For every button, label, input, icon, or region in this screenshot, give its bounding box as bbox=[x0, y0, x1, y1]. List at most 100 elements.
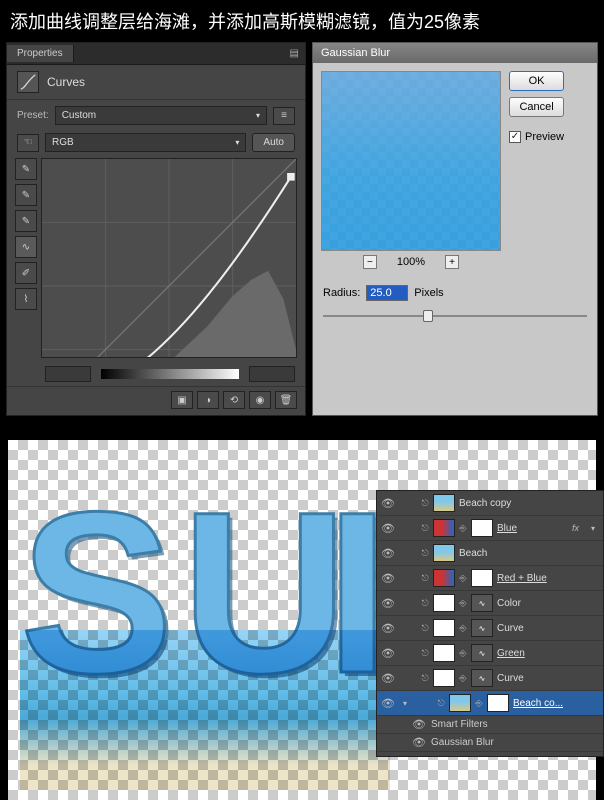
channel-dropdown[interactable]: RGB ▾ bbox=[45, 133, 246, 152]
zoom-in-button[interactable]: + bbox=[445, 255, 459, 269]
chevron-down-icon[interactable]: ▾ bbox=[587, 524, 599, 533]
layer-thumbnail bbox=[433, 494, 455, 512]
zoom-out-button[interactable]: − bbox=[363, 255, 377, 269]
properties-panel: Properties ▤ Curves Preset: Custom ▾ ≡ ☜… bbox=[6, 42, 306, 416]
layer-row[interactable]: 👁⎋⎆∿Curve bbox=[377, 666, 603, 691]
preset-dropdown[interactable]: Custom ▾ bbox=[55, 106, 267, 125]
gaussian-blur-dialog: Gaussian Blur − 100% + OK Cancel ✓ Previ… bbox=[312, 42, 598, 416]
visibility-icon[interactable]: 👁 bbox=[381, 521, 395, 535]
panel-title: Curves bbox=[47, 75, 85, 89]
smooth-tool-icon[interactable]: ⌇ bbox=[15, 288, 37, 310]
finger-icon[interactable]: ☜ bbox=[17, 134, 39, 152]
panel-menu-icon[interactable]: ▤ bbox=[284, 48, 305, 59]
pencil-tool-icon[interactable]: ✐ bbox=[15, 262, 37, 284]
preset-menu-icon[interactable]: ≡ bbox=[273, 107, 295, 125]
layer-thumbnail bbox=[433, 669, 455, 687]
previous-state-icon[interactable]: ◑ bbox=[197, 391, 219, 409]
visibility-icon[interactable]: 👁 bbox=[381, 496, 395, 510]
cancel-button[interactable]: Cancel bbox=[509, 97, 564, 117]
visibility-icon[interactable]: 👁 bbox=[381, 671, 395, 685]
layer-name[interactable]: Green bbox=[497, 648, 599, 659]
layer-name[interactable]: Beach co... bbox=[513, 698, 599, 709]
layer-mask-thumbnail: ∿ bbox=[471, 594, 493, 612]
link-icon: ⎋ bbox=[421, 548, 429, 559]
layer-thumbnail bbox=[433, 644, 455, 662]
visibility-icon[interactable]: 👁 bbox=[413, 736, 425, 750]
gradient-ramp bbox=[101, 369, 239, 379]
point-tool-icon[interactable]: ∿ bbox=[15, 236, 37, 258]
radius-input[interactable]: 25.0 bbox=[366, 285, 408, 301]
ok-button[interactable]: OK bbox=[509, 71, 564, 91]
blur-preview[interactable] bbox=[321, 71, 501, 251]
visibility-icon[interactable]: 👁 bbox=[413, 718, 425, 732]
radius-slider[interactable] bbox=[323, 309, 587, 323]
visibility-icon[interactable]: 👁 bbox=[381, 596, 395, 610]
layer-row[interactable]: 👁⎋⎆∿Curve bbox=[377, 616, 603, 641]
preset-label: Preset: bbox=[17, 110, 49, 121]
layer-mask-thumbnail: ∿ bbox=[471, 619, 493, 637]
chevron-down-icon: ▾ bbox=[235, 138, 239, 147]
link-icon: ⎋ bbox=[421, 598, 429, 609]
preview-label: Preview bbox=[525, 131, 564, 143]
curves-icon bbox=[17, 71, 39, 93]
effects-badge[interactable]: fx bbox=[572, 523, 579, 533]
eyedropper-white-icon[interactable]: ✎ bbox=[15, 210, 37, 232]
output-value-field[interactable] bbox=[249, 366, 295, 382]
visibility-icon[interactable]: 👁 bbox=[381, 546, 395, 560]
layer-name[interactable]: Beach bbox=[459, 548, 599, 559]
layer-thumbnail bbox=[433, 519, 455, 537]
auto-button[interactable]: Auto bbox=[252, 133, 295, 152]
instruction-heading: 添加曲线调整层给海滩，并添加高斯模糊滤镜，值为25像素 bbox=[0, 0, 604, 42]
visibility-icon[interactable]: 👁 bbox=[381, 646, 395, 660]
layer-name[interactable]: Red + Blue bbox=[497, 573, 599, 584]
curves-graph[interactable] bbox=[41, 158, 297, 358]
layer-thumbnail bbox=[433, 544, 455, 562]
layer-mask-thumbnail: ∿ bbox=[471, 669, 493, 687]
layer-thumbnail bbox=[449, 694, 471, 712]
layer-mask-thumbnail: ∿ bbox=[471, 644, 493, 662]
smart-filters-row[interactable]: 👁Smart Filters bbox=[377, 716, 603, 734]
link-icon: ⎋ bbox=[421, 623, 429, 634]
reset-icon[interactable]: ⟲ bbox=[223, 391, 245, 409]
radius-label: Radius: bbox=[323, 287, 360, 299]
zoom-percent: 100% bbox=[397, 256, 425, 268]
layer-mask-thumbnail bbox=[471, 519, 493, 537]
smart-filter-item[interactable]: 👁Gaussian Blur bbox=[377, 734, 603, 752]
link-icon: ⎋ bbox=[421, 498, 429, 509]
visibility-icon[interactable]: 👁 bbox=[381, 571, 395, 585]
link-icon: ⎋ bbox=[421, 648, 429, 659]
preview-checkbox[interactable]: ✓ bbox=[509, 131, 521, 143]
layer-row[interactable]: 👁▾⎋⎆Beach co... bbox=[377, 691, 603, 716]
visibility-icon[interactable]: ◉ bbox=[249, 391, 271, 409]
eyedropper-black-icon[interactable]: ✎ bbox=[15, 158, 37, 180]
input-value-field[interactable] bbox=[45, 366, 91, 382]
clip-to-layer-icon[interactable]: ▣ bbox=[171, 391, 193, 409]
channel-value: RGB bbox=[52, 137, 74, 148]
layer-name[interactable]: Blue bbox=[497, 523, 568, 534]
link-icon: ⎋ bbox=[437, 698, 445, 709]
properties-tab[interactable]: Properties bbox=[7, 45, 74, 62]
layer-thumbnail bbox=[433, 619, 455, 637]
layers-panel: 👁⎋Beach copy👁⎋⎆Bluefx▾👁⎋Beach👁⎋⎆Red + Bl… bbox=[376, 490, 604, 757]
visibility-icon[interactable]: 👁 bbox=[381, 621, 395, 635]
layer-row[interactable]: 👁⎋⎆∿Green bbox=[377, 641, 603, 666]
layer-name[interactable]: Beach copy bbox=[459, 498, 599, 509]
link-icon: ⎋ bbox=[421, 673, 429, 684]
layer-mask-thumbnail bbox=[487, 694, 509, 712]
layer-row[interactable]: 👁⎋⎆Bluefx▾ bbox=[377, 516, 603, 541]
layer-name[interactable]: Curve bbox=[497, 673, 599, 684]
layer-row[interactable]: 👁⎋⎆∿Color bbox=[377, 591, 603, 616]
trash-icon[interactable]: 🗑 bbox=[275, 391, 297, 409]
eyedropper-gray-icon[interactable]: ✎ bbox=[15, 184, 37, 206]
radius-unit: Pixels bbox=[414, 287, 443, 299]
layer-row[interactable]: 👁 ⎋ Beach bbox=[377, 541, 603, 566]
layer-row[interactable]: 👁 ⎋ Beach copy bbox=[377, 491, 603, 516]
link-icon: ⎋ bbox=[421, 573, 429, 584]
chevron-down-icon[interactable]: ▾ bbox=[399, 699, 411, 708]
layer-name[interactable]: Curve bbox=[497, 623, 599, 634]
layer-thumbnail bbox=[433, 569, 455, 587]
text-art: SUI bbox=[20, 460, 389, 725]
visibility-icon[interactable]: 👁 bbox=[381, 696, 395, 710]
layer-row[interactable]: 👁⎋⎆Red + Blue bbox=[377, 566, 603, 591]
layer-name[interactable]: Color bbox=[497, 598, 599, 609]
